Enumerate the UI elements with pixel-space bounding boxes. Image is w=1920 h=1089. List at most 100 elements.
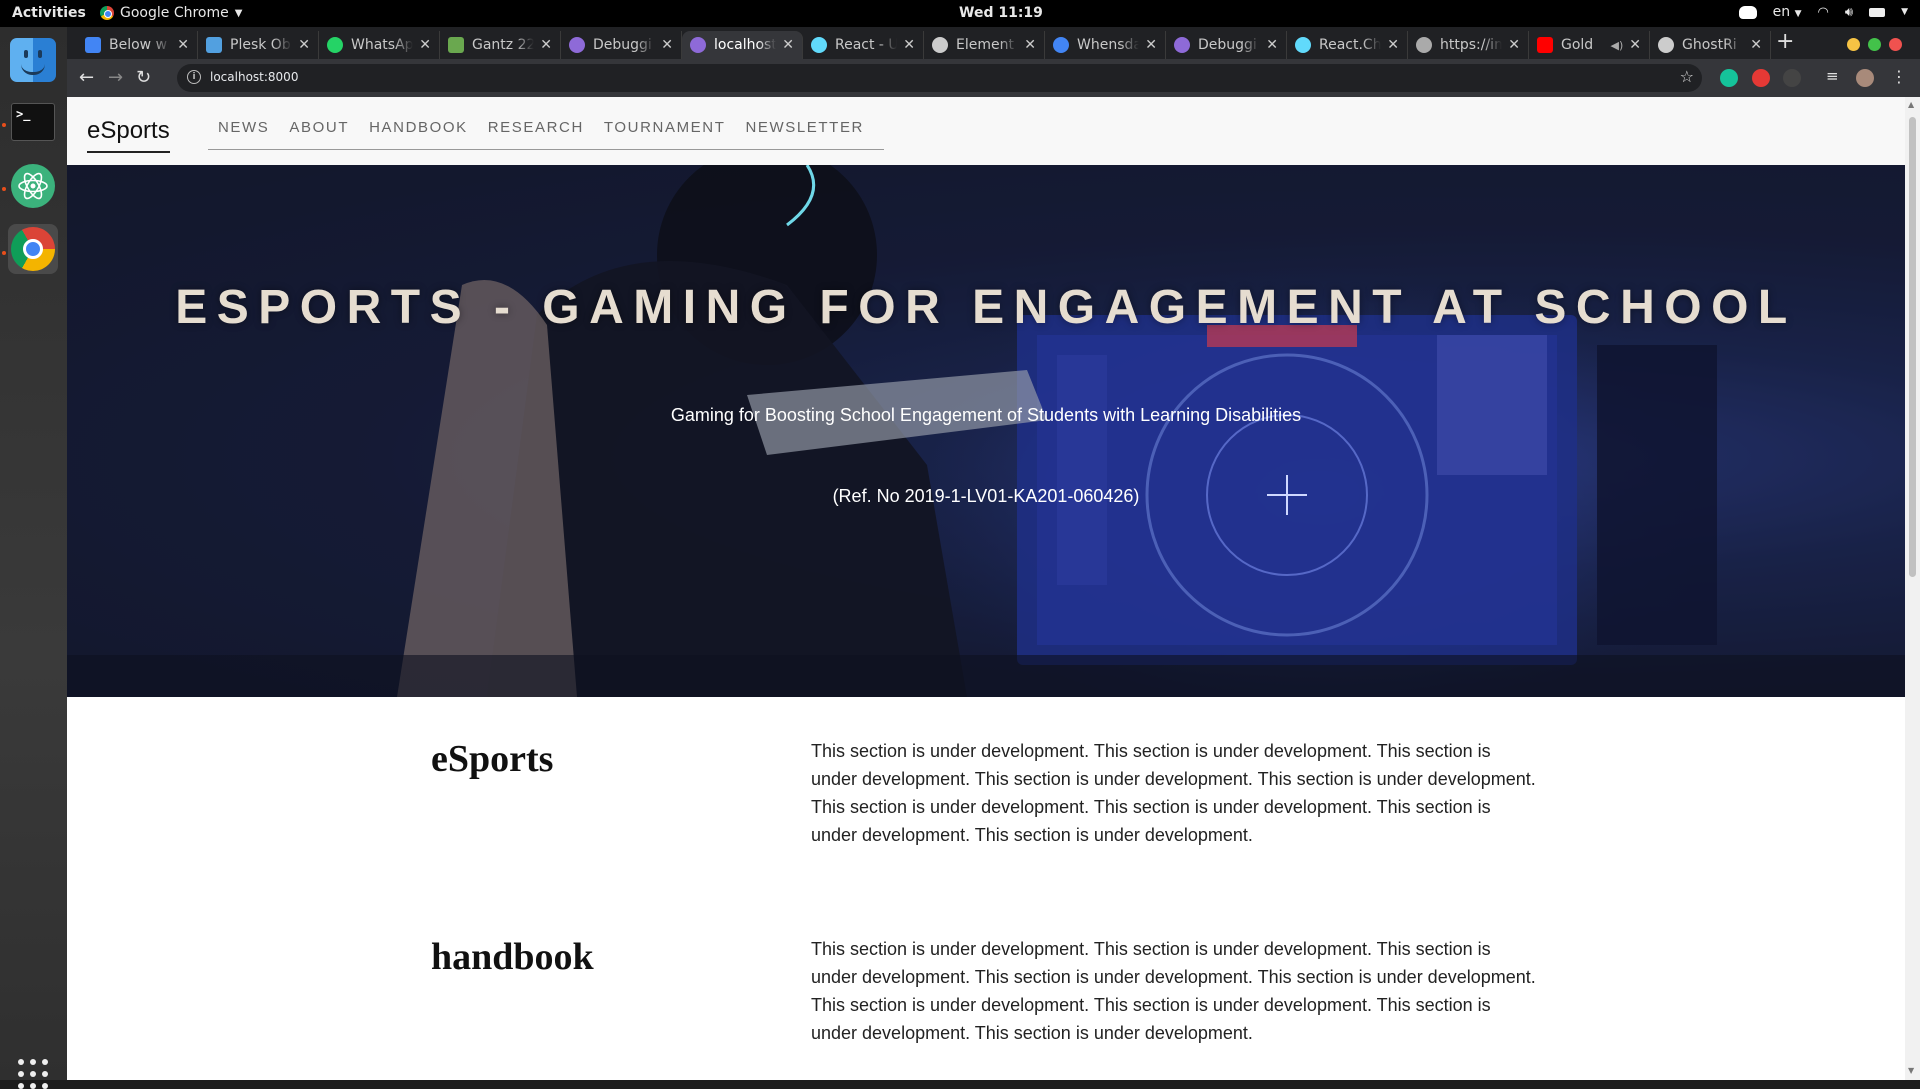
tab-close-icon[interactable]: ✕ [177,37,189,53]
browser-tab[interactable]: Below w ✕ [77,31,198,59]
tab-favicon-icon [448,37,464,53]
hero-reference-number: (Ref. No 2019-1-LV01-KA201-060426) [832,486,1140,506]
dock-atom[interactable] [8,161,58,211]
browser-tab[interactable]: React - U ✕ [803,31,924,59]
system-tray: en ▼ ◠ 🔊︎ ▼ [1738,4,1908,20]
bookmark-star-icon[interactable]: ☆ [1680,67,1694,86]
page-viewport: eSports NEWS ABOUT HANDBOOK RESEARCH TOU… [67,97,1905,1080]
tab-close-icon[interactable]: ✕ [903,37,915,53]
tab-close-icon[interactable]: ✕ [540,37,552,53]
discord-icon[interactable] [1738,5,1757,19]
tab-close-icon[interactable]: ✕ [1145,37,1157,53]
tab-favicon-icon [1416,37,1432,53]
tab-title: Below w [109,37,168,53]
tab-close-icon[interactable]: ✕ [298,37,310,53]
tab-close-icon[interactable]: ✕ [419,37,431,53]
nav-link-about[interactable]: ABOUT [279,117,359,149]
browser-tab-active[interactable]: localhost ✕ [682,31,803,59]
tab-title: Whensda [1077,37,1140,53]
clock[interactable]: Wed 11:19 [959,5,1043,21]
minimize-window-button[interactable] [1847,38,1860,51]
running-indicator [2,123,6,127]
new-tab-button[interactable]: + [1776,29,1794,54]
site-navbar: eSports NEWS ABOUT HANDBOOK RESEARCH TOU… [67,97,1905,165]
forward-arrow-icon[interactable]: → [108,67,123,88]
tab-close-icon[interactable]: ✕ [1387,37,1399,53]
show-applications-icon[interactable] [18,1059,48,1089]
browser-tab[interactable]: Debuggi ✕ [561,31,682,59]
browser-tab[interactable]: https://im ✕ [1408,31,1529,59]
scroll-up-arrow-icon[interactable]: ▲ [1908,100,1914,109]
tab-close-icon[interactable]: ✕ [1750,37,1762,53]
tab-close-icon[interactable]: ✕ [1508,37,1520,53]
site-brand[interactable]: eSports [87,117,170,153]
tab-title: GhostRi [1682,37,1737,53]
maximize-window-button[interactable] [1868,38,1881,51]
tab-close-icon[interactable]: ✕ [1266,37,1278,53]
media-controls-icon[interactable]: ≡ [1826,67,1839,85]
hero-subtitle: Gaming for Boosting School Engagement of… [670,405,1302,425]
reload-icon[interactable]: ↻ [136,67,151,88]
tab-close-icon[interactable]: ✕ [1629,37,1641,53]
volume-icon[interactable]: 🔊︎ [1845,5,1853,20]
scroll-down-arrow-icon[interactable]: ▼ [1908,1066,1914,1075]
browser-tab[interactable]: Gantz 22 ✕ [440,31,561,59]
tab-title: Debuggi [593,37,652,53]
browser-tab[interactable]: Element ✕ [924,31,1045,59]
browser-tab[interactable]: Debuggi ✕ [1166,31,1287,59]
battery-icon[interactable] [1869,7,1886,17]
site-info-icon[interactable]: i [187,70,201,84]
close-window-button[interactable] [1889,38,1902,51]
browser-tab[interactable]: WhatsAp ✕ [319,31,440,59]
extension-icon[interactable] [1752,69,1770,87]
section-heading: eSports [431,738,554,780]
tab-favicon-icon [327,37,343,53]
grammarly-extension-icon[interactable] [1720,69,1738,87]
tab-title: Element [956,37,1014,53]
tab-favicon-icon [932,37,948,53]
back-arrow-icon[interactable]: ← [79,67,94,88]
scrollbar-thumb[interactable] [1909,117,1916,577]
app-menu[interactable]: Google Chrome ▼ [100,5,242,21]
tab-close-icon[interactable]: ✕ [1024,37,1036,53]
system-top-bar: Activities Google Chrome ▼ Wed 11:19 en … [0,0,1920,27]
extension-icon[interactable] [1783,69,1801,87]
nav-link-handbook[interactable]: HANDBOOK [359,117,478,149]
url-text[interactable]: localhost:8000 [210,70,298,84]
terminal-icon: >_ [11,103,55,141]
chrome-menu-icon[interactable]: ⋮ [1891,67,1907,86]
tab-title: Plesk Ob [230,37,291,53]
tab-title: localhost [714,37,777,53]
nav-link-tournament[interactable]: TOURNAMENT [594,117,736,149]
language-indicator[interactable]: en ▼ [1773,4,1802,20]
activities-button[interactable]: Activities [12,5,86,21]
nav-link-news[interactable]: NEWS [208,117,279,149]
nav-link-newsletter[interactable]: NEWSLETTER [735,117,874,149]
chrome-app-icon [100,6,114,20]
tab-title: Gantz 22 [472,37,535,53]
hero-background-image [67,165,1905,697]
profile-avatar[interactable] [1856,69,1874,87]
tab-title: React.Ch [1319,37,1382,53]
tab-close-icon[interactable]: ✕ [782,37,794,53]
tab-title: WhatsAp [351,37,414,53]
tab-favicon-icon [690,37,706,53]
browser-tab[interactable]: Whensda ✕ [1045,31,1166,59]
dock-chrome[interactable] [8,224,58,274]
dock-finder[interactable] [8,35,58,85]
browser-tab[interactable]: GhostRi ✕ [1650,31,1771,59]
browser-tab[interactable]: Plesk Ob ✕ [198,31,319,59]
browser-tab[interactable]: React.Ch ✕ [1287,31,1408,59]
tab-close-icon[interactable]: ✕ [661,37,673,53]
dock-terminal[interactable]: >_ [8,97,58,147]
wifi-icon[interactable]: ◠ [1818,5,1829,20]
address-bar[interactable]: i localhost:8000 ☆ [177,64,1702,92]
browser-tab[interactable]: Gold ◀) ✕ [1529,31,1650,59]
page-scrollbar[interactable]: ▲ ▼ [1905,97,1920,1080]
tab-title: Debuggi [1198,37,1257,53]
tab-audio-icon[interactable]: ◀) [1611,39,1624,52]
browser-toolbar: ← → ↻ i localhost:8000 ☆ ≡ ⋮ [67,59,1920,97]
system-menu-caret-icon[interactable]: ▼ [1901,7,1908,17]
nav-link-research[interactable]: RESEARCH [478,117,594,149]
finder-icon [10,38,56,82]
